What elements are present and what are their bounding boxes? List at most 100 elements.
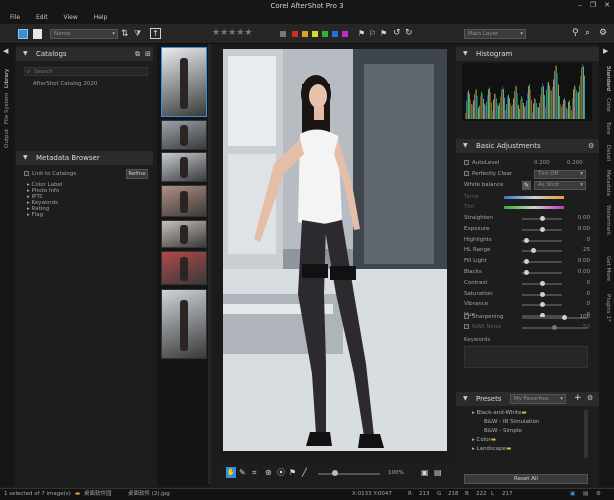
tab-metadata[interactable]: Metadata bbox=[605, 170, 611, 196]
sharpening-row[interactable]: Sharpening 100 bbox=[464, 313, 591, 322]
slider-value[interactable]: 0 bbox=[566, 236, 591, 245]
presets-options-icon[interactable]: ⚙ bbox=[587, 394, 593, 402]
slider-value[interactable]: 0.00 bbox=[566, 225, 590, 234]
tab-tone[interactable]: Tone bbox=[605, 122, 611, 135]
autolevel-high[interactable]: 0.200 bbox=[567, 159, 583, 168]
thumbnail[interactable] bbox=[161, 220, 207, 248]
single-view-icon[interactable] bbox=[33, 29, 42, 39]
color-label-swatch[interactable] bbox=[332, 31, 338, 37]
slider-value[interactable]: 0 bbox=[566, 300, 591, 309]
preset-item[interactable]: B&W - IR Simulation bbox=[484, 419, 539, 425]
select-tool-icon[interactable]: ✋ bbox=[226, 467, 236, 478]
collapse-icon[interactable]: ▼ bbox=[23, 151, 28, 165]
thumbnail[interactable] bbox=[161, 152, 207, 182]
minimize-button[interactable]: – bbox=[578, 1, 582, 9]
catalog-search-input[interactable]: ⌕ Search bbox=[24, 67, 148, 76]
preset-folder[interactable]: ▸ Black-and-White▬ bbox=[472, 410, 529, 416]
slider-value[interactable]: 0 bbox=[566, 290, 591, 299]
slider-row[interactable]: Blacks 0.00 bbox=[464, 268, 591, 277]
tab-detail[interactable]: Detail bbox=[605, 145, 611, 161]
panel-options-icon[interactable]: ⚙ bbox=[588, 142, 594, 150]
menu-file[interactable]: File bbox=[10, 12, 20, 24]
tab-color[interactable]: Color bbox=[605, 98, 611, 112]
raw-noise-thumb[interactable] bbox=[552, 325, 557, 330]
autolevel-checkbox[interactable] bbox=[464, 160, 469, 165]
link-to-catalogs[interactable]: Link to Catalogs bbox=[24, 171, 76, 177]
tab-file-system[interactable]: File System bbox=[4, 93, 10, 124]
preset-folder[interactable]: ▸ Landscape▬ bbox=[472, 446, 513, 452]
refine-button[interactable]: Refine bbox=[126, 169, 148, 179]
compare-view-icon[interactable]: ▣ bbox=[421, 468, 429, 478]
crop-icon[interactable]: ⌗ bbox=[252, 468, 257, 478]
add-preset-icon[interactable]: + bbox=[574, 393, 582, 403]
collapse-right-icon[interactable]: ▶ bbox=[603, 47, 608, 55]
slider-thumb[interactable] bbox=[523, 259, 529, 265]
slider-row[interactable]: HL Range 25 bbox=[464, 246, 591, 255]
slider-value[interactable]: 0.00 bbox=[566, 268, 590, 277]
raw-noise-value[interactable]: 50 bbox=[566, 323, 590, 332]
collapse-icon[interactable]: ▼ bbox=[463, 392, 468, 406]
rotate-right-icon[interactable]: ↻ bbox=[405, 28, 413, 38]
tab-plugins-1[interactable]: Plugins 1* bbox=[605, 294, 611, 322]
slider-track[interactable] bbox=[522, 250, 562, 253]
catalog-options-icon[interactable]: ⧉ bbox=[135, 50, 140, 59]
filter-icon[interactable]: ⧩ bbox=[134, 29, 141, 39]
collapse-left-icon[interactable]: ◀ bbox=[3, 47, 8, 55]
label-none-swatch[interactable] bbox=[280, 31, 286, 37]
catalogs-header[interactable]: ▼ Catalogs bbox=[16, 47, 153, 61]
slider-row[interactable]: Straighten 0.00 bbox=[464, 214, 591, 223]
slider-thumb[interactable] bbox=[540, 226, 545, 232]
dropper-icon[interactable]: ✎ bbox=[239, 468, 246, 478]
flag-icon[interactable]: ⚑ bbox=[358, 29, 365, 39]
slider-thumb[interactable] bbox=[531, 248, 536, 254]
status-info-icon[interactable]: ▤ bbox=[583, 489, 588, 500]
keywords-field[interactable] bbox=[464, 346, 588, 368]
image-viewer[interactable] bbox=[214, 44, 455, 486]
thumbnail[interactable] bbox=[161, 251, 207, 285]
slider-row[interactable]: Fill Light 0.00 bbox=[464, 257, 591, 266]
tab-library[interactable]: Library bbox=[4, 69, 10, 88]
thumbnail[interactable] bbox=[161, 120, 207, 150]
status-view-icon[interactable]: ▣ bbox=[570, 489, 575, 500]
preset-folder[interactable]: ▸ Color▬ bbox=[472, 437, 498, 443]
color-label-swatch[interactable] bbox=[322, 31, 328, 37]
perfectly-clear-dropdown[interactable]: Tint Off bbox=[534, 170, 586, 179]
slider-thumb[interactable] bbox=[523, 237, 529, 243]
preset-item[interactable]: B&W - Simple bbox=[484, 428, 522, 434]
rotate-left-icon[interactable]: ↺ bbox=[393, 28, 401, 38]
unflag-icon[interactable]: ⚑ bbox=[380, 29, 387, 39]
settings-icon[interactable]: ⚙ bbox=[599, 28, 607, 38]
autolevel-low[interactable]: 0.200 bbox=[534, 159, 550, 168]
region-icon[interactable]: ⚑ bbox=[289, 468, 296, 478]
white-balance-row[interactable]: White balance ✎ As Shot bbox=[464, 181, 591, 190]
link-catalogs-checkbox[interactable] bbox=[24, 171, 29, 176]
metadata-browser-header[interactable]: ▼ Metadata Browser bbox=[16, 151, 153, 165]
star-icon[interactable]: ★ bbox=[220, 28, 228, 38]
catalog-item[interactable]: AfterShot Catalog 2020 bbox=[33, 81, 97, 87]
slider-row[interactable]: Exposure 0.00 bbox=[464, 225, 591, 234]
sharpening-value[interactable]: 100 bbox=[566, 313, 591, 322]
thumbnail-scrollbar[interactable] bbox=[208, 44, 211, 484]
zoom-slider[interactable] bbox=[318, 473, 380, 475]
tab-get-more[interactable]: Get More bbox=[605, 256, 611, 281]
slider-thumb[interactable] bbox=[540, 216, 545, 221]
fullscreen-icon[interactable]: ▤ bbox=[434, 468, 442, 478]
rating-stars[interactable]: ★★★★★ bbox=[212, 28, 252, 38]
color-label-swatch[interactable] bbox=[342, 31, 348, 37]
slider-thumb[interactable] bbox=[540, 280, 545, 286]
slider-thumb[interactable] bbox=[540, 302, 545, 308]
color-label-swatch[interactable] bbox=[312, 31, 318, 37]
raw-noise-row[interactable]: RAW Noise 50 bbox=[464, 323, 591, 332]
color-label-swatch[interactable] bbox=[292, 31, 298, 37]
sort-name-dropdown[interactable]: Name bbox=[50, 29, 118, 39]
tab-standard[interactable]: Standard bbox=[605, 66, 611, 91]
sort-order-icon[interactable]: ⇅ bbox=[121, 29, 129, 39]
maximize-button[interactable]: ❐ bbox=[590, 1, 596, 9]
perfectly-clear-checkbox[interactable] bbox=[464, 171, 469, 176]
slider-row[interactable]: Contrast 0 bbox=[464, 279, 591, 288]
basic-adjustments-header[interactable]: ▼ Basic Adjustments bbox=[456, 139, 599, 153]
slider-row[interactable]: Saturation 0 bbox=[464, 290, 591, 299]
zoom-icon[interactable]: ⌕ bbox=[585, 28, 590, 38]
star-icon[interactable]: ★ bbox=[212, 28, 220, 38]
reset-all-button[interactable]: Reset All bbox=[464, 474, 588, 484]
